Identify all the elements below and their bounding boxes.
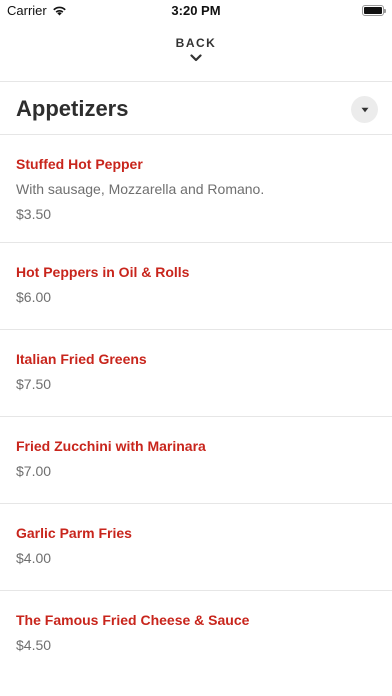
menu-item-description: With sausage, Mozzarella and Romano.	[16, 181, 265, 197]
menu-item-price: $7.50	[16, 376, 52, 392]
menu-item[interactable]: Italian Fried Greens $7.50	[0, 329, 392, 416]
section-header: Appetizers	[0, 82, 392, 134]
section-title: Appetizers	[16, 96, 129, 121]
menu-item[interactable]: Garlic Parm Fries $4.00	[0, 503, 392, 590]
section-dropdown-button[interactable]	[351, 96, 378, 123]
chevron-down-icon	[190, 54, 202, 62]
menu-item-name: The Famous Fried Cheese & Sauce	[16, 612, 250, 628]
back-label: BACK	[175, 36, 217, 50]
status-time: 3:20 PM	[171, 3, 221, 18]
menu-item-name: Garlic Parm Fries	[16, 525, 132, 541]
menu-item-name: Italian Fried Greens	[16, 351, 147, 367]
menu-item[interactable]: Hot Peppers in Oil & Rolls $6.00	[0, 242, 392, 329]
menu-item-name: Fried Zucchini with Marinara	[16, 438, 206, 454]
menu-item-name: Stuffed Hot Pepper	[16, 156, 143, 172]
menu-item[interactable]: Stuffed Hot Pepper With sausage, Mozzare…	[0, 134, 392, 242]
menu-item-price: $4.50	[16, 637, 52, 653]
menu-item-price: $7.00	[16, 463, 52, 479]
menu-item-price: $4.00	[16, 550, 52, 566]
menu-item-price: $6.00	[16, 289, 52, 305]
menu-item-name: Hot Peppers in Oil & Rolls	[16, 264, 190, 280]
caret-down-icon	[361, 107, 368, 112]
battery-icon	[362, 5, 386, 16]
status-bar: Carrier 3:20 PM	[0, 0, 392, 22]
menu-item-price: $3.50	[16, 206, 52, 222]
menu-item[interactable]: The Famous Fried Cheese & Sauce $4.50	[0, 590, 392, 677]
menu-item[interactable]: Fried Zucchini with Marinara $7.00	[0, 416, 392, 503]
menu-item-list: Stuffed Hot Pepper With sausage, Mozzare…	[0, 134, 392, 677]
back-button[interactable]: BACK	[0, 36, 392, 62]
